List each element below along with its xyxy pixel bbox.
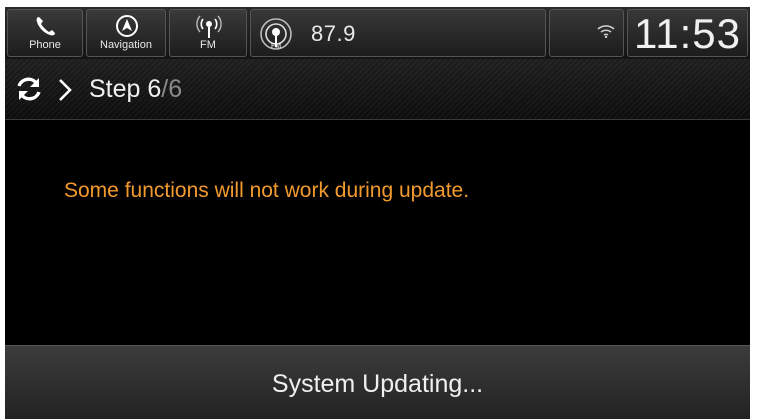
radio-antenna-icon [196,15,222,38]
clock-time: 11:53 [634,10,741,57]
step-total: /6 [161,75,183,103]
wifi-icon [597,25,615,38]
refresh-icon [17,77,41,101]
system-updating-text: System Updating... [271,370,484,398]
phone-icon [36,17,55,36]
phone-label: Phone [29,39,61,51]
navigation-label: Navigation [100,39,152,51]
navigation-button[interactable]: Navigation [86,9,166,57]
update-content: Some functions will not work during upda… [5,120,750,345]
radio-frequency: 87.9 [311,21,356,46]
status-bar: Phone Navigation FM FM 87.9 11:53 [5,7,750,59]
step-current: 6 [147,75,162,103]
status-indicators [549,9,624,57]
update-status-bar: System Updating... [5,345,750,419]
audio-source-button[interactable]: FM 87.9 [250,9,546,57]
radio-button[interactable]: FM [169,9,247,57]
step-label: Step [89,75,141,103]
step-indicator: Step 6/6 [89,75,182,104]
chevron-right-icon [59,79,72,101]
radio-label: FM [200,39,216,51]
navigation-icon [116,15,138,37]
fm-band-label: FM [271,43,281,50]
fm-radio-icon: FM [260,18,292,50]
update-warning-message: Some functions will not work during upda… [64,179,470,202]
step-header: Step 6/6 [5,59,750,120]
infotainment-screen: Phone Navigation FM FM 87.9 11:53 Step 6… [5,7,750,419]
clock-display[interactable]: 11:53 [627,9,748,57]
phone-button[interactable]: Phone [7,9,83,57]
